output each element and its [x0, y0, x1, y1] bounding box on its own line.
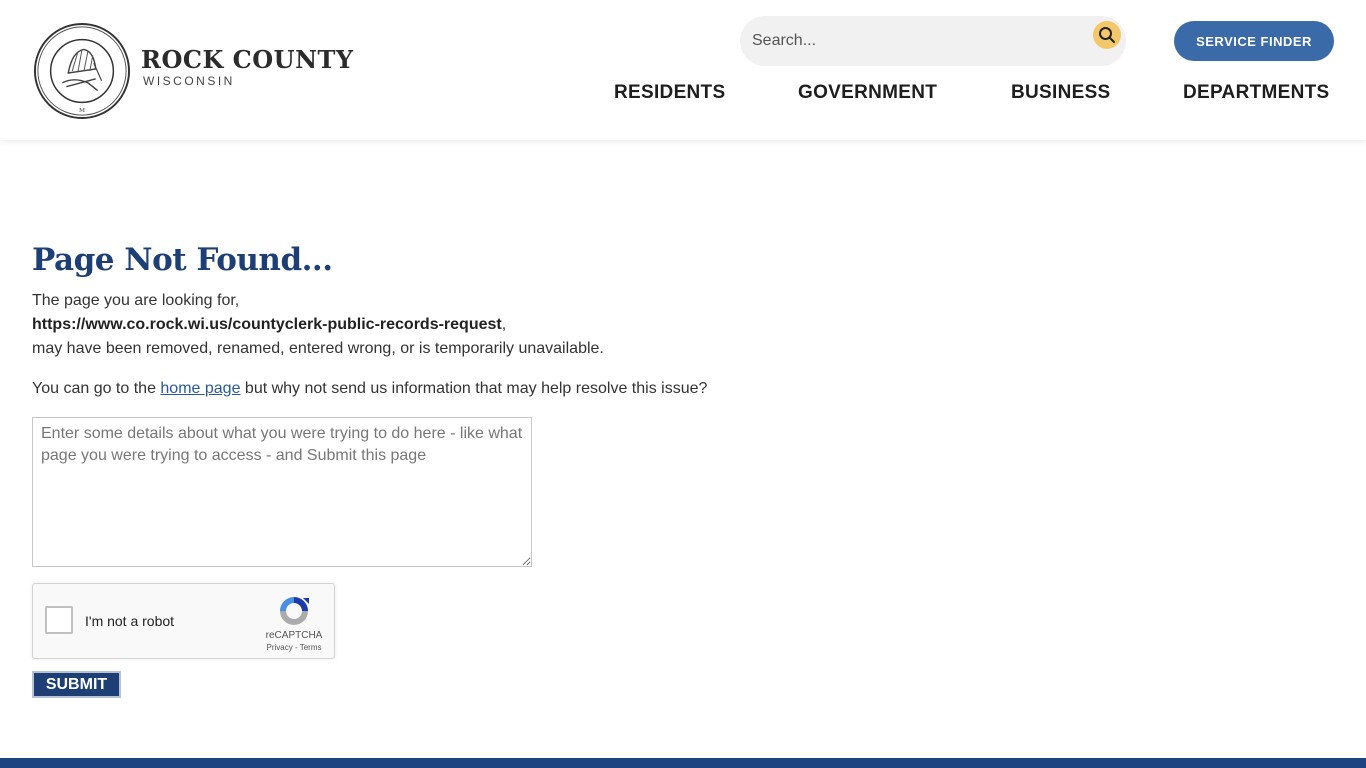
help-text: You can go to the home page but why not … [32, 377, 932, 401]
nav-residents[interactable]: RESIDENTS [614, 82, 725, 104]
search-input[interactable] [752, 28, 1082, 54]
recaptcha-brand: reCAPTCHA [265, 630, 323, 641]
recaptcha-logo-icon [280, 597, 309, 625]
recaptcha-checkbox[interactable] [45, 606, 73, 634]
footer-bar [0, 758, 1366, 768]
search-icon [1099, 27, 1115, 43]
details-textarea[interactable] [32, 417, 532, 567]
search-button[interactable] [1093, 21, 1121, 49]
intro-text: The page you are looking for, [32, 292, 240, 309]
help-suffix: but why not send us information that may… [240, 380, 708, 397]
help-prefix: You can go to the [32, 380, 161, 397]
svg-text:M: M [79, 108, 85, 114]
nav-business[interactable]: BUSINESS [1011, 82, 1111, 104]
submit-button[interactable]: SUBMIT [32, 671, 121, 698]
url-suffix: , [501, 316, 507, 333]
main-content: Page Not Found... The page you are looki… [32, 240, 932, 698]
requested-url-line: https://www.co.rock.wi.us/countyclerk-pu… [32, 313, 932, 337]
service-finder-button[interactable]: SERVICE FINDER [1174, 21, 1334, 61]
explanation-text: may have been removed, renamed, entered … [32, 340, 604, 357]
nav-departments[interactable]: DEPARTMENTS [1183, 82, 1330, 104]
requested-url: https://www.co.rock.wi.us/countyclerk-pu… [32, 316, 502, 333]
recaptcha-widget: I'm not a robot reCAPTCHA Privacy - Term… [32, 583, 335, 659]
home-page-link[interactable]: home page [160, 380, 240, 397]
recaptcha-links[interactable]: Privacy - Terms [255, 643, 333, 652]
recaptcha-label: I'm not a robot [85, 613, 175, 629]
nav-government[interactable]: GOVERNMENT [798, 82, 937, 104]
site-header: M ROCK COUNTY WISCONSIN SERVICE FINDER R… [0, 0, 1366, 140]
search-bar [740, 16, 1126, 66]
logo-title: ROCK COUNTY [141, 45, 354, 74]
not-found-message: The page you are looking for, https://ww… [32, 289, 932, 361]
main-nav: RESIDENTS GOVERNMENT BUSINESS DEPARTMENT… [0, 82, 1366, 106]
page-title: Page Not Found... [32, 242, 333, 278]
